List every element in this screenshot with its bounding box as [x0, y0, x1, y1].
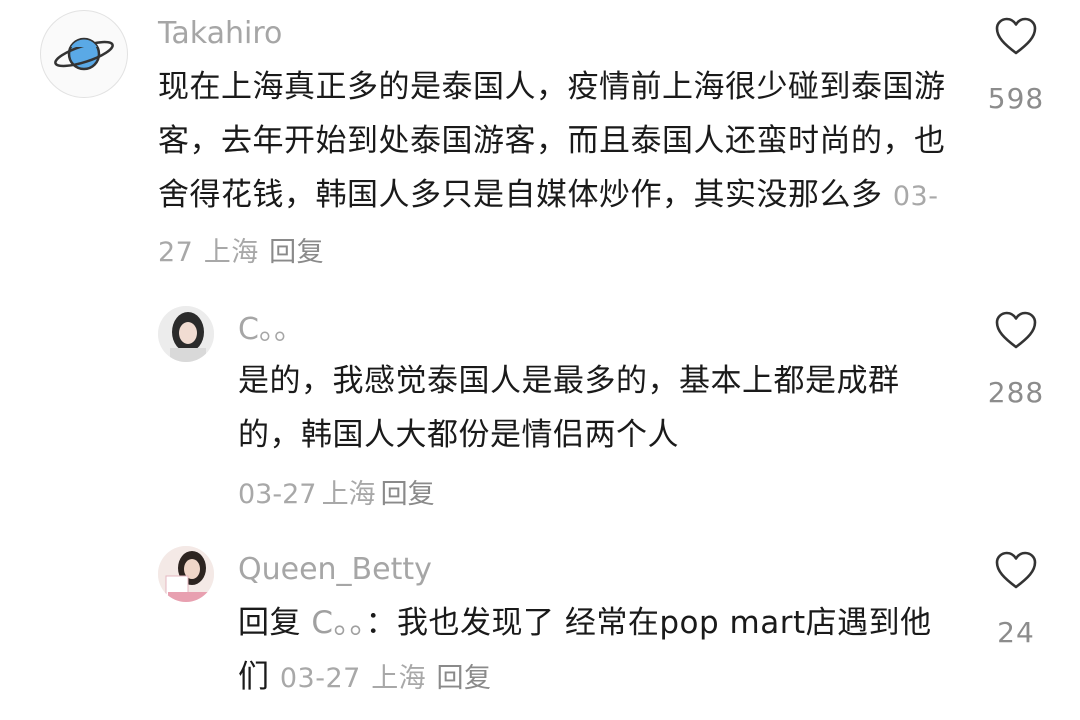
comment-body: 现在上海真正多的是泰国人，疫情前上海很少碰到泰国游客，去年开始到处泰国游客，而且… — [158, 69, 946, 213]
comment-location: 上海 — [371, 663, 427, 694]
comment-text: 是的，我感觉泰国人是最多的，基本上都是成群的，韩国人大都份是情侣两个人 — [238, 354, 938, 462]
like-count: 598 — [987, 82, 1045, 115]
heart-outline-icon[interactable] — [994, 310, 1038, 350]
mention-link[interactable]: C。。 — [311, 605, 365, 641]
username[interactable]: Takahiro — [158, 16, 282, 52]
comment-location: 上海 — [203, 237, 259, 268]
user-photo-avatar — [158, 546, 214, 602]
reply-button[interactable]: 回复 — [269, 237, 324, 268]
like-control: 598 — [976, 16, 1056, 115]
comment-date: 03-27 — [238, 479, 317, 510]
username[interactable]: C。。 — [238, 312, 304, 348]
heart-outline-icon[interactable] — [994, 550, 1038, 590]
comment-location: 上海 — [321, 479, 376, 510]
comment-item: Queen_Betty 回复 C。。：我也发现了 经常在pop mart店遇到他… — [0, 540, 1080, 720]
avatar[interactable] — [40, 10, 128, 98]
comment-text: 现在上海真正多的是泰国人，疫情前上海很少碰到泰国游客，去年开始到处泰国游客，而且… — [158, 60, 948, 280]
like-control: 288 — [976, 310, 1056, 409]
user-photo-avatar — [158, 306, 214, 362]
avatar[interactable] — [158, 306, 214, 362]
reply-prefix: 回复 — [238, 605, 301, 641]
heart-outline-icon[interactable] — [994, 16, 1038, 56]
username[interactable]: Queen_Betty — [238, 552, 432, 588]
comment-body: 是的，我感觉泰国人是最多的，基本上都是成群的，韩国人大都份是情侣两个人 — [238, 363, 900, 453]
reply-button[interactable]: 回复 — [437, 663, 492, 694]
comment-meta: 03-27 上海 回复 — [238, 472, 435, 511]
like-count: 288 — [987, 376, 1045, 409]
reply-button[interactable]: 回复 — [381, 479, 435, 510]
like-count: 24 — [997, 616, 1035, 649]
avatar[interactable] — [158, 546, 214, 602]
like-control: 24 — [976, 550, 1056, 649]
comment-item: Takahiro 现在上海真正多的是泰国人，疫情前上海很少碰到泰国游客，去年开始… — [0, 0, 1080, 290]
comment-date: 03-27 — [279, 663, 361, 694]
comment-item: C。。 是的，我感觉泰国人是最多的，基本上都是成群的，韩国人大都份是情侣两个人 … — [0, 300, 1080, 520]
comment-text: 回复 C。。：我也发现了 经常在pop mart店遇到他们 03-27 上海 回… — [238, 596, 938, 706]
planet-icon — [54, 37, 114, 71]
